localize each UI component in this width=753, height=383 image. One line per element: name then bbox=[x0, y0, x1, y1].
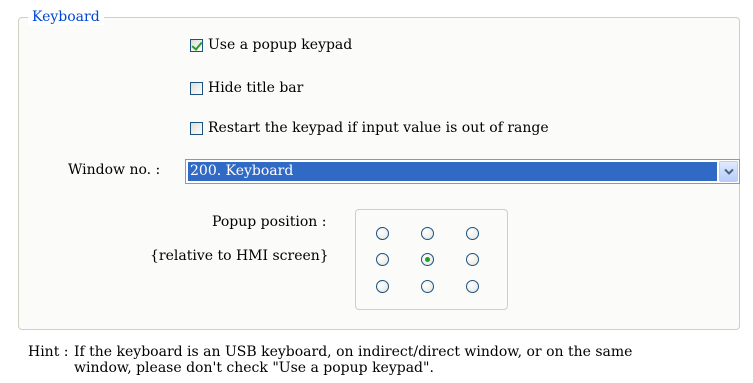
popup-position-sublabel: {relative to HMI screen} bbox=[150, 248, 329, 264]
hint-line-1: If the keyboard is an USB keyboard, on i… bbox=[74, 344, 633, 360]
position-radio-top-center[interactable] bbox=[421, 227, 434, 240]
hide-title-bar-label[interactable]: Hide title bar bbox=[208, 80, 303, 96]
position-radio-top-left[interactable] bbox=[376, 227, 389, 240]
popup-position-panel bbox=[355, 209, 508, 310]
position-radio-bottom-right[interactable] bbox=[466, 280, 479, 293]
use-popup-keypad-checkbox-row[interactable]: Use a popup keypad bbox=[190, 35, 352, 55]
checkmark-icon bbox=[191, 38, 203, 51]
chevron-down-icon bbox=[724, 168, 734, 175]
hint-line-2: window, please don't check "Use a popup … bbox=[74, 360, 434, 376]
position-radio-top-right[interactable] bbox=[466, 227, 479, 240]
use-popup-keypad-label[interactable]: Use a popup keypad bbox=[208, 37, 352, 53]
group-title: Keyboard bbox=[28, 9, 104, 25]
window-no-label: Window no. : bbox=[68, 162, 161, 178]
hint-label: Hint : bbox=[28, 344, 69, 360]
restart-keypad-checkbox[interactable] bbox=[190, 121, 203, 135]
use-popup-keypad-checkbox[interactable] bbox=[190, 38, 203, 52]
hide-title-bar-checkbox-row[interactable]: Hide title bar bbox=[190, 78, 303, 98]
window-no-dropdown-button[interactable] bbox=[719, 161, 738, 182]
window-no-selected-value[interactable]: 200. Keyboard bbox=[188, 162, 717, 181]
position-radio-middle-right[interactable] bbox=[466, 253, 479, 266]
hint-text: If the keyboard is an USB keyboard, on i… bbox=[74, 344, 734, 376]
position-radio-bottom-center[interactable] bbox=[421, 280, 434, 293]
restart-keypad-checkbox-row[interactable]: Restart the keypad if input value is out… bbox=[190, 118, 549, 138]
position-radio-middle-left[interactable] bbox=[376, 253, 389, 266]
position-radio-center[interactable] bbox=[421, 253, 434, 266]
window-no-select[interactable]: 200. Keyboard bbox=[185, 159, 740, 184]
popup-position-label: Popup position : bbox=[212, 214, 327, 230]
position-radio-bottom-left[interactable] bbox=[376, 280, 389, 293]
hide-title-bar-checkbox[interactable] bbox=[190, 81, 203, 95]
restart-keypad-label[interactable]: Restart the keypad if input value is out… bbox=[208, 120, 549, 136]
